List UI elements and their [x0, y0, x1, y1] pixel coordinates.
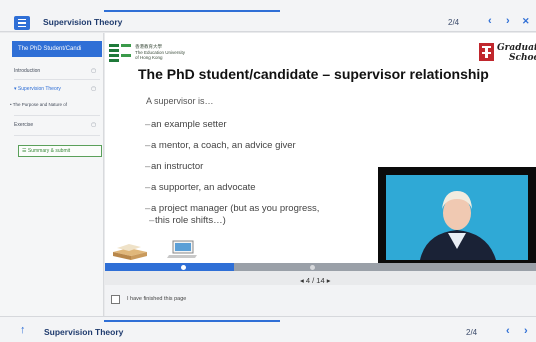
- presenter-video: [386, 175, 528, 260]
- menu-icon[interactable]: [14, 16, 30, 30]
- sidebar-item-label: • The Purpose and Nature of: [10, 102, 68, 107]
- graduate-school-wordmark-line: Schoo: [509, 53, 536, 63]
- bullet-item-continuation: this role shifts…): [149, 214, 226, 227]
- slide-intro: A supervisor is…: [146, 96, 214, 106]
- module-progress-line: [104, 10, 280, 12]
- scroll-up-icon[interactable]: ↑: [20, 325, 26, 336]
- sidebar-item-phd-student[interactable]: The PhD Student/Candi: [12, 41, 102, 57]
- bullet-item: a mentor, a coach, an advice giver: [145, 139, 296, 152]
- sidebar-item-purpose-nature[interactable]: • The Purpose and Nature of: [10, 99, 96, 111]
- presenter-image: [420, 191, 496, 260]
- sidebar-item-exercise[interactable]: Exercise ▢: [14, 119, 100, 131]
- module-title-footer: Supervision Theory: [44, 327, 124, 337]
- top-bar: Supervision Theory 2/4 ‹ › ✕: [0, 0, 536, 32]
- finished-page-label: I have finished this page: [127, 296, 187, 302]
- prev-page-icon[interactable]: ‹: [488, 16, 492, 27]
- sidebar-item-introduction[interactable]: Introduction ▢: [14, 65, 100, 77]
- progress-knob[interactable]: [181, 264, 186, 270]
- sidebar: The PhD Student/Candi Introduction ▢ ▾ S…: [0, 33, 104, 316]
- university-name: 香港教育大學 The Education University of Hong …: [135, 44, 185, 61]
- status-icon: ▢: [91, 68, 96, 74]
- divider: [14, 79, 100, 80]
- laptop-illustration-icon: [167, 240, 197, 258]
- next-page-icon[interactable]: ›: [524, 326, 528, 337]
- sidebar-item-label: ▾ Supervision Theory: [14, 86, 61, 92]
- books-illustration-icon: [113, 244, 147, 260]
- summary-submit-button[interactable]: ☰ Summary & submit: [18, 145, 102, 157]
- video-player[interactable]: [378, 167, 536, 266]
- university-name-line: of Hong Kong: [135, 55, 163, 60]
- bullet-item: an instructor: [145, 160, 203, 173]
- status-icon: ▢: [91, 86, 96, 92]
- slide-progress-bar[interactable]: [105, 263, 536, 271]
- graduate-school-logo-icon: [479, 43, 494, 61]
- graduate-school-wordmark: Graduat Schoo: [497, 43, 536, 63]
- page-counter: 2/4: [448, 18, 460, 27]
- page-counter-footer: 2/4: [466, 328, 478, 337]
- divider: [14, 135, 100, 136]
- bullet-item: a supporter, an advocate: [145, 181, 256, 194]
- slide-content: 香港教育大學 The Education University of Hong …: [105, 33, 536, 266]
- sidebar-item-supervision-theory[interactable]: ▾ Supervision Theory ▢: [14, 83, 100, 95]
- sidebar-item-label: Exercise: [14, 122, 34, 128]
- next-page-icon[interactable]: ›: [506, 16, 510, 27]
- bullet-item: an example setter: [145, 118, 226, 131]
- prev-page-icon[interactable]: ‹: [506, 326, 510, 337]
- module-title: Supervision Theory: [43, 17, 123, 27]
- university-logo-icon: [109, 44, 131, 62]
- module-progress-line: [104, 320, 280, 322]
- slide-progress-fill: [105, 263, 235, 271]
- divider: [14, 115, 100, 116]
- progress-marker: [310, 264, 315, 270]
- slide-title: The PhD student/candidate – supervisor r…: [138, 66, 489, 82]
- status-icon: ▢: [91, 122, 96, 128]
- finished-page-checkbox[interactable]: [111, 295, 120, 304]
- close-icon[interactable]: ✕: [522, 17, 530, 26]
- sidebar-item-label: Introduction: [14, 68, 41, 74]
- finish-row: I have finished this page: [105, 285, 536, 316]
- bottom-bar: ↑ Supervision Theory 2/4 ‹ ›: [0, 316, 536, 342]
- slide-page-indicator[interactable]: ◂ 4 / 14 ▸: [300, 276, 330, 285]
- graduate-school-wordmark-line: Graduat: [497, 43, 536, 53]
